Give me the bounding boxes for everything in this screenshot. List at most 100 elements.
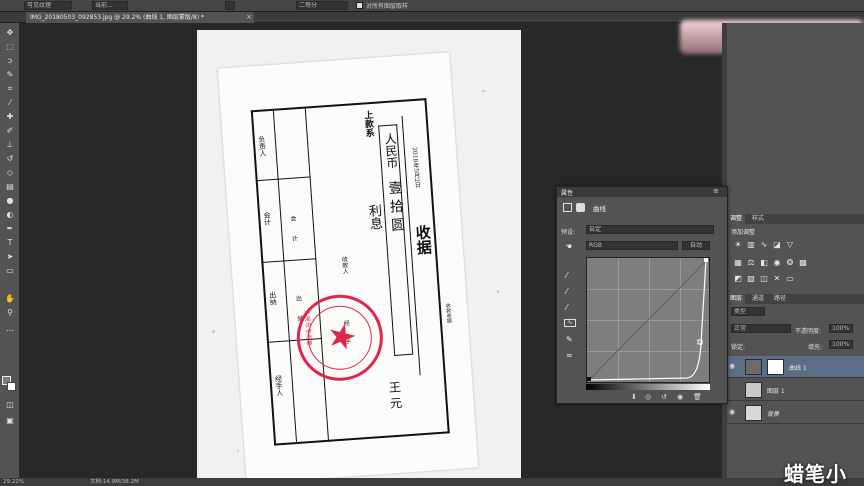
gray-eyedropper-icon[interactable]: ⁄ [566,303,567,312]
tab-paths[interactable]: 路径 [771,294,789,304]
label-cashier: 出纳 [268,291,278,306]
edit-toolbar-icon[interactable]: … [3,323,17,335]
edit-points-icon[interactable]: ⁄ [566,271,567,280]
curves-graph[interactable] [586,257,710,383]
preset-select[interactable]: 自定 [586,225,714,234]
path-select-tool-icon[interactable]: ➤ [3,251,17,263]
gradient-map-adjust-icon[interactable]: ▭ [785,274,795,283]
channel-mixer-adjust-icon[interactable]: ❂ [785,258,795,267]
posterize-adjust-icon[interactable]: ▨ [746,274,756,283]
layer-thumb [745,382,762,398]
input-gradient-bar [586,384,710,390]
zoom-level[interactable]: 29.22% [3,478,24,486]
tab-adjustments[interactable]: 调整 [727,214,746,224]
eyedropper-tool-icon[interactable]: ⁄ [3,97,17,109]
tone-curve[interactable] [587,258,709,382]
properties-title: 属性 [561,190,574,197]
label-accountant: 会计 [262,211,272,226]
pen-tool-icon[interactable]: ✒ [3,223,17,235]
exposure-adjust-icon[interactable]: ◪ [772,240,782,249]
selective-color-adjust-icon[interactable]: ✕ [772,274,782,283]
lock-label: 锁定: [731,344,746,351]
visibility-eye-icon[interactable] [729,385,738,394]
dodge-tool-icon[interactable]: ◐ [3,209,17,221]
color-balance-adjust-icon[interactable]: ⚖ [746,258,756,267]
brightness-adjust-icon[interactable]: ☀ [733,240,743,249]
marquee-tool-icon[interactable]: ⬚ [3,41,17,53]
healing-brush-tool-icon[interactable]: ✚ [3,111,17,123]
shape-tool-icon[interactable]: ▭ [3,265,17,277]
panel-menu-icon[interactable]: ≡ [713,187,719,195]
trash-icon[interactable]: 🗑 [693,393,702,401]
crop-tool-icon[interactable]: ⌗ [3,83,17,95]
channel-select[interactable]: RGB [586,241,678,250]
curves-panel-name: 曲线 [593,205,606,213]
eraser-tool-icon[interactable]: ◇ [3,167,17,179]
curves-adjust-icon[interactable]: ∿ [759,240,769,249]
status-bar: 29.22% 文档:14.9M/38.2M [0,478,864,486]
mask-icon[interactable] [576,203,585,212]
clip-icon[interactable]: ⬇ [631,393,637,401]
channel-select[interactable]: 二等分 [296,1,348,10]
auto-button[interactable]: 自动 [682,241,710,250]
quick-mask-icon[interactable]: ◫ [3,399,17,411]
properties-panel[interactable]: 属性 ≡ 曲线 预设: 自定 ☚ RGB 自动 ⁄ ⁄ ⁄ ∿ ✎ ≈ ⬇ ◎ … [556,186,728,404]
hue-adjust-icon[interactable]: ▦ [733,258,743,267]
smooth-curve-icon[interactable]: ≈ [566,351,573,360]
layer-row-background[interactable]: ◉ 背景 [727,402,864,424]
black-white-adjust-icon[interactable]: ◧ [759,258,769,267]
fill-input[interactable]: 100% [829,340,853,349]
clone-stamp-tool-icon[interactable]: ⊥ [3,139,17,151]
brush-tool-icon[interactable]: ✐ [3,125,17,137]
hand-tool-icon[interactable]: ✋ [3,293,17,305]
sample-layer-select[interactable]: 当前... [92,1,128,10]
layer-row-layer1[interactable]: 图层 1 [727,379,864,401]
blend-mode-select[interactable]: 正常 [731,324,791,333]
tab-layers[interactable]: 图层 [727,294,746,304]
vibrance-adjust-icon[interactable]: ▽ [785,240,795,249]
layer-mask-thumb[interactable] [767,359,784,375]
levels-adjust-icon[interactable]: ▥ [746,240,756,249]
sample-all-checkbox[interactable] [356,2,363,9]
channel-toggle[interactable] [225,1,235,10]
zoom-tool-icon[interactable]: ⚲ [3,307,17,319]
screen-mode-icon[interactable]: ▣ [3,415,17,427]
color-lookup-adjust-icon[interactable]: ▩ [798,258,808,267]
type-tool-icon[interactable]: T [3,237,17,249]
pencil-draw-icon[interactable]: ✎ [566,335,573,344]
reset-icon[interactable]: ↺ [661,393,667,401]
gradient-tool-icon[interactable]: ▤ [3,181,17,193]
receipt: 负责人 会计 出纳 经手人 会 计 出 纳 收款人 经 手 上款系 人民币 壹 … [217,52,479,484]
layer-row-curves[interactable]: ◉ 曲线 1 [727,356,864,378]
curve-edit-icon[interactable]: ∿ [564,319,576,327]
history-brush-tool-icon[interactable]: ↺ [3,153,17,165]
threshold-adjust-icon[interactable]: ◫ [759,274,769,283]
layer-kind-filter[interactable]: 类型 [731,307,765,316]
properties-titlebar[interactable]: 属性 ≡ [557,187,727,197]
black-eyedropper-icon[interactable]: ⁄ [566,287,567,296]
photo-filter-adjust-icon[interactable]: ◉ [772,258,782,267]
target-adjust-hand-icon[interactable]: ☚ [565,242,572,251]
tab-styles[interactable]: 样式 [749,214,767,224]
document-tab[interactable]: IMG_20180503_092853.jpg @ 29.2% (曲线 1, 图… [26,12,254,23]
move-tool-icon[interactable]: ✥ [3,27,17,39]
invert-adjust-icon[interactable]: ◩ [733,274,743,283]
tools-panel: ✥ ⬚ ↄ ✎ ⌗ ⁄ ✚ ✐ ⊥ ↺ ◇ ▤ ● ◐ ✒ T ➤ ▭ ✋ ⚲ … [0,23,20,478]
background-color-swatch[interactable] [7,382,16,391]
sample-all-label: 对所有图层取样 [366,3,409,10]
mid-label-chu: 出 [295,295,303,303]
visibility-eye-icon[interactable]: ◉ [729,362,738,371]
receipt-side-label: 收款收据 [444,302,453,324]
brush-preset-select[interactable]: 可见纹理 [24,1,72,10]
tab-channels[interactable]: 通道 [749,294,767,304]
amount-handwritten: 壹 拾 圆 [386,180,406,232]
quick-select-tool-icon[interactable]: ✎ [3,69,17,81]
blur-tool-icon[interactable]: ● [3,195,17,207]
visibility-eye-icon[interactable]: ◉ [729,408,738,417]
eye-preview-icon[interactable]: ◎ [645,393,651,401]
visibility-icon[interactable]: ◉ [677,393,683,401]
mid-label-kuai: 会 [290,215,297,223]
lasso-tool-icon[interactable]: ↄ [3,55,17,67]
close-tab-icon[interactable]: × [244,12,254,23]
opacity-input[interactable]: 100% [829,324,853,333]
